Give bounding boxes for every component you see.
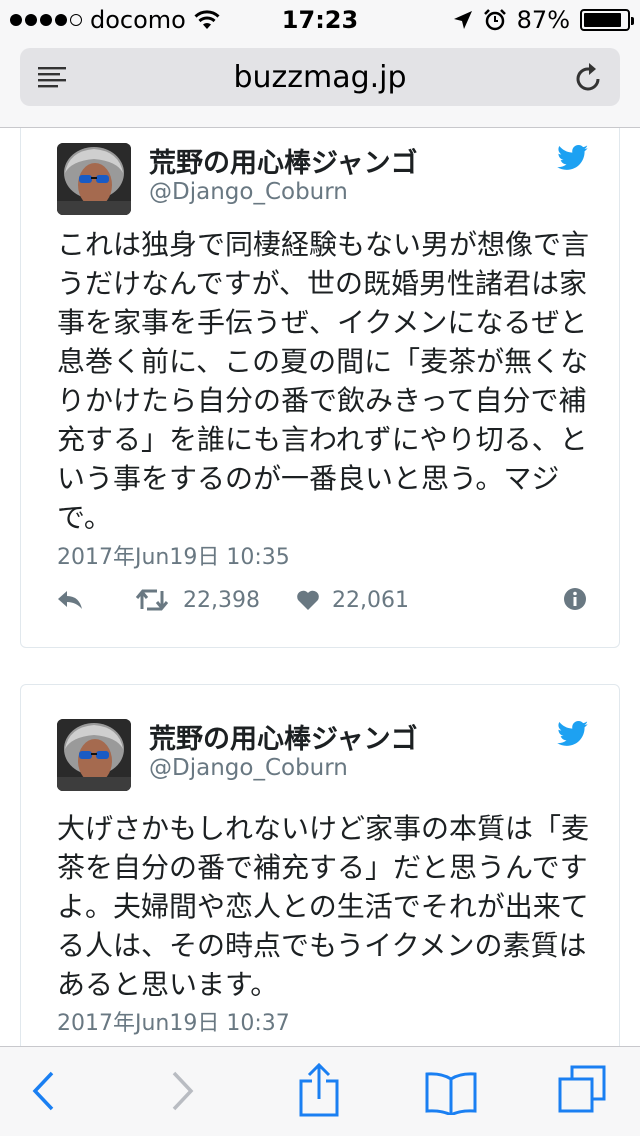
- tabs-icon[interactable]: [558, 1065, 606, 1115]
- retweet-icon: [135, 589, 169, 611]
- address-bar[interactable]: buzzmag.jp: [20, 48, 620, 106]
- like-count: 22,061: [331, 587, 409, 613]
- reload-icon[interactable]: [574, 61, 604, 93]
- info-icon[interactable]: [563, 587, 587, 611]
- battery-percent: 87%: [516, 6, 570, 34]
- back-icon[interactable]: [30, 1069, 56, 1113]
- browser-nav-bar: buzzmag.jp: [0, 40, 640, 128]
- avatar[interactable]: [57, 719, 131, 791]
- forward-icon[interactable]: [170, 1069, 196, 1113]
- reply-button[interactable]: [57, 590, 87, 610]
- status-right: 87%: [453, 6, 634, 34]
- bookmarks-icon[interactable]: [424, 1071, 478, 1115]
- retweet-button[interactable]: 22,398: [135, 588, 260, 613]
- tweet-timestamp[interactable]: 2017年Jun19日 10:37: [57, 1005, 290, 1037]
- battery-level: [584, 13, 621, 27]
- share-icon[interactable]: [298, 1063, 340, 1117]
- tweet-text: 大げさかもしれないけど家事の本質は「麦茶を自分の番で補充する」だと思うんですよ。…: [57, 812, 590, 1001]
- embedded-tweet[interactable]: 荒野の用心棒ジャンゴ @Django_Coburn これは独身で同棲経験もない男…: [20, 128, 620, 648]
- status-bar: docomo 17:23 87%: [0, 0, 640, 40]
- avatar[interactable]: [57, 143, 131, 215]
- browser-toolbar: [0, 1046, 640, 1136]
- retweet-count: 22,398: [183, 587, 260, 613]
- heart-icon: [297, 590, 319, 610]
- author-name[interactable]: 荒野の用心棒ジャンゴ: [149, 717, 418, 756]
- location-arrow-icon: [453, 11, 472, 29]
- embedded-tweet[interactable]: 荒野の用心棒ジャンゴ @Django_Coburn 大げさかもしれないけど家事の…: [20, 684, 620, 1046]
- author-handle[interactable]: @Django_Coburn: [149, 179, 348, 205]
- alarm-icon: [483, 9, 506, 31]
- tweet-timestamp[interactable]: 2017年Jun19日 10:35: [57, 539, 290, 571]
- battery-icon: [580, 9, 634, 31]
- tweet-text: これは独身で同棲経験もない男が想像で言うだけなんですが、世の既婚男性諸君は家事を…: [57, 228, 590, 534]
- tweet-actions: 22,398 22,061: [57, 585, 587, 615]
- page-content[interactable]: 荒野の用心棒ジャンゴ @Django_Coburn これは独身で同棲経験もない男…: [0, 128, 640, 1046]
- author-handle[interactable]: @Django_Coburn: [149, 755, 348, 781]
- reply-icon: [58, 591, 82, 609]
- like-button[interactable]: 22,061: [296, 588, 409, 613]
- url-text[interactable]: buzzmag.jp: [20, 60, 620, 95]
- author-name[interactable]: 荒野の用心棒ジャンゴ: [149, 141, 418, 180]
- twitter-bird-icon[interactable]: [557, 145, 589, 171]
- twitter-bird-icon[interactable]: [557, 721, 589, 747]
